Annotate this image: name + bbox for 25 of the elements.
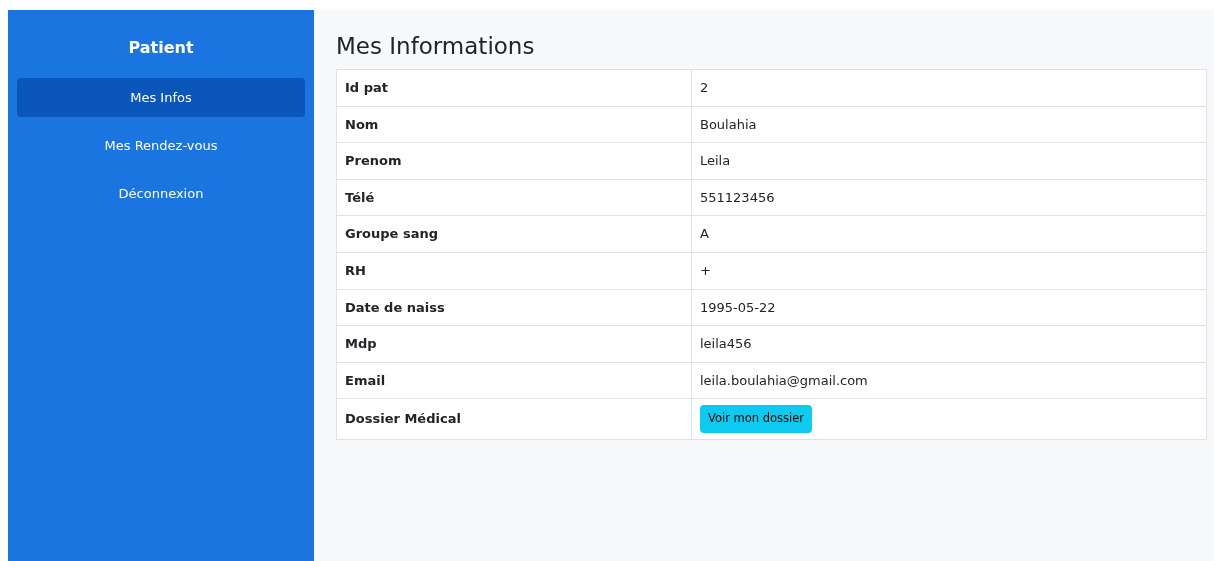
field-label: Id pat	[336, 69, 692, 107]
sidebar-item[interactable]: Mes Rendez-vous	[17, 126, 305, 165]
field-label: Prenom	[336, 142, 692, 180]
sidebar-item[interactable]: Déconnexion	[17, 174, 305, 213]
field-label: Nom	[336, 106, 692, 143]
field-label: Télé	[336, 179, 692, 216]
field-value: 551123456	[700, 189, 775, 205]
field-value: Leila	[700, 153, 731, 169]
field-value: Boulahia	[700, 116, 757, 132]
view-file-button[interactable]: Voir mon dossier	[700, 405, 813, 433]
field-value: leila.boulahia@gmail.com	[700, 372, 868, 388]
field-value: A	[700, 226, 709, 242]
sidebar-item[interactable]: Mes Infos	[17, 78, 305, 117]
field-value: 1995-05-22	[700, 299, 776, 315]
field-label: Dossier Médical	[336, 398, 692, 440]
page-title: Mes Informations	[336, 32, 536, 60]
field-value: leila456	[700, 336, 752, 352]
field-value: 2	[700, 80, 709, 96]
field-label: Email	[336, 362, 692, 399]
field-label: RH	[336, 252, 692, 290]
field-value: +	[700, 263, 711, 278]
field-label: Date de naiss	[336, 289, 692, 326]
sidebar-title: Patient	[127, 37, 195, 59]
field-label: Mdp	[336, 325, 692, 363]
field-label: Groupe sang	[336, 215, 692, 253]
